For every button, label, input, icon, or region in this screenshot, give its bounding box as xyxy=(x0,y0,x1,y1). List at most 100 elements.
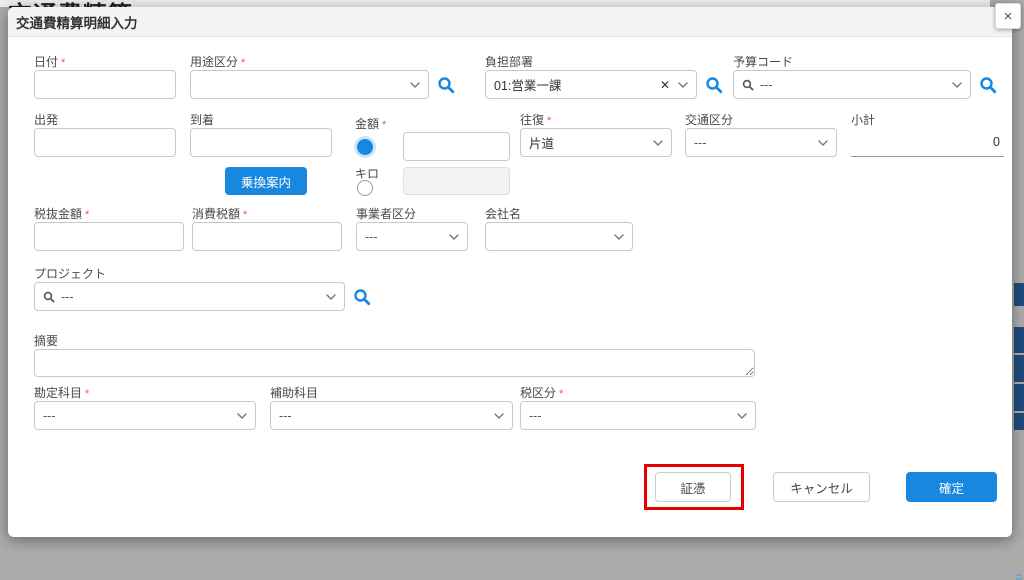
consumption-tax-input[interactable] xyxy=(192,222,342,251)
sub-account-label: 補助科目 xyxy=(270,384,318,401)
department-value: 01:営業一課 xyxy=(494,75,652,94)
required-mark: * xyxy=(243,209,247,221)
business-category-field: 事業者区分 --- xyxy=(356,205,468,251)
arrival-label: 到着 xyxy=(190,111,214,128)
required-mark: * xyxy=(382,119,386,131)
amount-field: 金額* xyxy=(355,115,510,161)
round-trip-select[interactable]: 片道 xyxy=(520,128,672,157)
usage-category-select[interactable] xyxy=(190,70,429,99)
chevron-down-icon xyxy=(449,234,459,240)
background-table-row xyxy=(1014,413,1024,430)
required-mark: * xyxy=(85,209,89,221)
amount-label: 金額 xyxy=(355,115,379,132)
tax-category-select[interactable]: --- xyxy=(520,401,756,430)
date-input[interactable] xyxy=(34,70,176,99)
kilo-label: キロ xyxy=(355,165,379,182)
round-trip-value: 片道 xyxy=(529,133,645,152)
departure-input[interactable] xyxy=(34,128,176,157)
transport-category-label: 交通区分 xyxy=(685,111,733,128)
department-field: 負担部署 01:営業一課 ✕ xyxy=(485,53,723,99)
required-mark: * xyxy=(559,388,563,400)
tax-excluded-label: 税抜金額 xyxy=(34,205,82,222)
departure-label: 出発 xyxy=(34,111,58,128)
tax-category-label: 税区分 xyxy=(520,384,556,401)
company-name-label: 会社名 xyxy=(485,205,521,222)
subtotal-value: 0 xyxy=(993,135,1000,149)
summary-textarea[interactable] xyxy=(34,349,755,377)
kilo-radio[interactable] xyxy=(357,180,373,196)
chevron-down-icon xyxy=(678,82,688,88)
subtotal-field: 小計 0 xyxy=(851,111,1004,157)
amount-radio[interactable] xyxy=(357,139,373,155)
company-name-select[interactable] xyxy=(485,222,633,251)
background-table-row xyxy=(1014,355,1024,382)
kilo-input xyxy=(403,167,510,195)
chevron-down-icon xyxy=(653,140,663,146)
budget-code-select[interactable]: --- xyxy=(733,70,971,99)
chevron-down-icon xyxy=(237,413,247,419)
tax-excluded-input[interactable] xyxy=(34,222,184,251)
account-select[interactable]: --- xyxy=(34,401,256,430)
business-category-value: --- xyxy=(365,230,441,244)
project-field: プロジェクト --- xyxy=(34,265,371,311)
date-label: 日付 xyxy=(34,53,58,70)
amount-input[interactable] xyxy=(403,132,510,161)
tax-category-value: --- xyxy=(529,409,729,423)
chevron-down-icon xyxy=(494,413,504,419)
departure-field: 出発 xyxy=(34,111,176,157)
transport-category-value: --- xyxy=(694,136,810,150)
chevron-down-icon xyxy=(952,82,962,88)
required-mark: * xyxy=(61,57,65,69)
chevron-down-icon xyxy=(818,140,828,146)
budget-code-search-icon[interactable] xyxy=(979,76,997,94)
arrival-input[interactable] xyxy=(190,128,332,157)
subtotal-display: 0 xyxy=(851,128,1004,157)
department-search-icon[interactable] xyxy=(705,76,723,94)
transport-category-select[interactable]: --- xyxy=(685,128,837,157)
tax-excluded-field: 税抜金額* xyxy=(34,205,184,251)
required-mark: * xyxy=(241,57,245,69)
chevron-down-icon xyxy=(326,294,336,300)
chevron-down-icon xyxy=(737,413,747,419)
department-select[interactable]: 01:営業一課 ✕ xyxy=(485,70,697,99)
background-table-row xyxy=(1014,384,1024,411)
consumption-tax-field: 消費税額* xyxy=(192,205,342,251)
subtotal-label: 小計 xyxy=(851,111,875,128)
department-label: 負担部署 xyxy=(485,53,533,70)
required-mark: * xyxy=(85,388,89,400)
close-button[interactable]: × xyxy=(995,3,1021,29)
project-select[interactable]: --- xyxy=(34,282,345,311)
arrival-field: 到着 xyxy=(190,111,332,157)
project-value: --- xyxy=(61,290,318,304)
background-table-row xyxy=(1014,327,1024,353)
usage-category-search-icon[interactable] xyxy=(437,76,455,94)
summary-label: 摘要 xyxy=(34,332,58,349)
clear-icon[interactable]: ✕ xyxy=(660,78,670,92)
search-icon xyxy=(742,79,754,91)
business-category-select[interactable]: --- xyxy=(356,222,468,251)
project-label: プロジェクト xyxy=(34,265,106,282)
budget-code-field: 予算コード --- xyxy=(733,53,997,99)
sub-account-field: 補助科目 --- xyxy=(270,384,513,430)
company-name-field: 会社名 xyxy=(485,205,633,251)
expense-detail-modal: 交通費精算明細入力 日付* 用途区分* 負担部署 01:営業一課 ✕ 予算コード xyxy=(8,7,1012,537)
transfer-guide-button[interactable]: 乗換案内 xyxy=(225,167,307,195)
tax-category-field: 税区分* --- xyxy=(520,384,756,430)
confirm-button[interactable]: 確定 xyxy=(906,472,997,502)
close-icon: × xyxy=(1004,8,1013,25)
budget-code-label: 予算コード xyxy=(733,53,793,70)
round-trip-label: 往復 xyxy=(520,111,544,128)
background-page-strip xyxy=(0,0,990,7)
summary-field: 摘要 xyxy=(34,332,755,377)
cancel-button[interactable]: キャンセル xyxy=(773,472,870,502)
project-search-icon[interactable] xyxy=(353,288,371,306)
chevron-down-icon xyxy=(410,82,420,88)
evidence-button[interactable]: 証憑 xyxy=(655,472,731,502)
sub-account-select[interactable]: --- xyxy=(270,401,513,430)
kilo-field: キロ xyxy=(355,165,379,196)
usage-category-label: 用途区分 xyxy=(190,53,238,70)
account-field: 勘定科目* --- xyxy=(34,384,256,430)
account-value: --- xyxy=(43,409,229,423)
modal-header: 交通費精算明細入力 xyxy=(8,7,1012,37)
modal-title: 交通費精算明細入力 xyxy=(16,12,138,32)
